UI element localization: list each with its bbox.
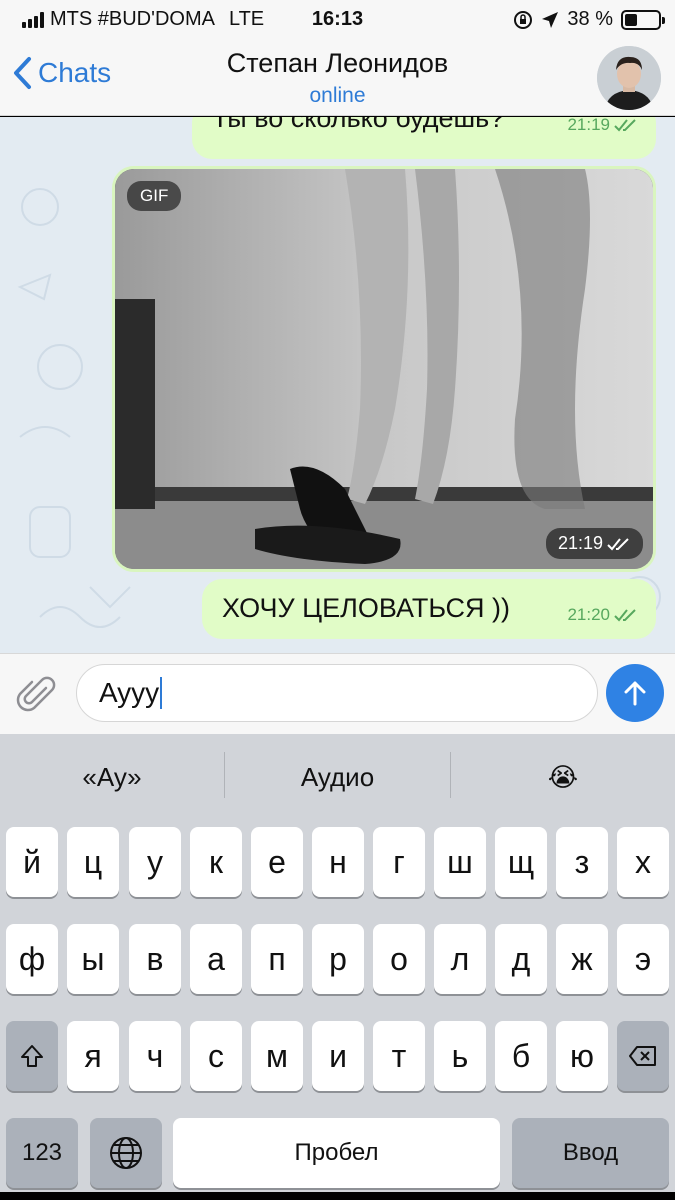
attach-button[interactable] xyxy=(16,674,58,716)
gif-message[interactable]: GIF 21:19 xyxy=(112,166,656,572)
key[interactable]: э xyxy=(617,924,669,994)
key[interactable]: ш xyxy=(434,827,486,897)
globe-icon xyxy=(110,1137,142,1169)
suggestion-item[interactable]: Аудио xyxy=(225,734,450,820)
message-time: 21:19 xyxy=(567,117,610,134)
suggestion-item[interactable]: 😭 xyxy=(451,734,675,820)
arrow-up-icon xyxy=(624,681,646,706)
contact-status: online xyxy=(309,84,366,107)
paperclip-icon xyxy=(16,676,56,712)
message-time: 21:19 xyxy=(557,533,603,553)
composer: Ayyy xyxy=(0,653,675,734)
key[interactable]: г xyxy=(373,827,425,897)
keyboard: «Ау» Аудио 😭 й ц у к е н г ш щ з х ф ы в… xyxy=(0,734,675,1200)
message-text: ХОЧУ ЦЕЛОВАТЬСЯ )) xyxy=(222,593,510,623)
key[interactable]: о xyxy=(373,924,425,994)
text-caret xyxy=(160,677,163,709)
send-button[interactable] xyxy=(606,664,664,722)
key[interactable]: с xyxy=(190,1021,242,1091)
message-input-text: Ayyy xyxy=(99,677,160,708)
gif-time-badge: 21:19 xyxy=(545,528,643,559)
double-check-icon xyxy=(614,609,636,622)
backspace-icon xyxy=(629,1046,656,1066)
suggestion-bar: «Ау» Аудио 😭 xyxy=(0,734,675,820)
delete-key[interactable] xyxy=(617,1021,669,1091)
key[interactable]: щ xyxy=(495,827,547,897)
key[interactable]: р xyxy=(312,924,364,994)
key[interactable]: ж xyxy=(556,924,608,994)
space-key[interactable]: Пробел xyxy=(173,1118,500,1188)
return-key[interactable]: Ввод xyxy=(512,1118,669,1188)
message-text: Ты во сколько будешь? xyxy=(212,117,505,133)
key[interactable]: у xyxy=(129,827,181,897)
key[interactable]: к xyxy=(190,827,242,897)
key[interactable]: ы xyxy=(67,924,119,994)
double-check-icon xyxy=(614,119,636,132)
status-bar: MTS #BUD'DOMA LTE 16:13 38 % xyxy=(0,0,675,40)
message-bubble[interactable]: Ты во сколько будешь? 21:19 xyxy=(192,117,656,159)
avatar-photo xyxy=(597,46,661,110)
key[interactable]: й xyxy=(6,827,58,897)
key[interactable]: ь xyxy=(434,1021,486,1091)
battery-icon xyxy=(621,9,665,30)
message-meta: 21:20 xyxy=(567,605,638,625)
gif-image xyxy=(115,169,653,569)
contact-name[interactable]: Степан Леонидов xyxy=(0,48,675,79)
message-bubble[interactable]: ХОЧУ ЦЕЛОВАТЬСЯ )) 21:20 xyxy=(202,579,656,639)
gif-badge: GIF xyxy=(127,181,182,211)
battery-percent: 38 % xyxy=(567,8,613,30)
key[interactable]: н xyxy=(312,827,364,897)
key[interactable]: ч xyxy=(129,1021,181,1091)
globe-key[interactable] xyxy=(90,1118,162,1188)
key[interactable]: ю xyxy=(556,1021,608,1091)
shift-icon xyxy=(21,1045,43,1067)
message-time: 21:20 xyxy=(567,605,610,624)
key[interactable]: д xyxy=(495,924,547,994)
numbers-key[interactable]: 123 xyxy=(6,1118,78,1188)
bottom-edge xyxy=(0,1192,675,1200)
key[interactable]: з xyxy=(556,827,608,897)
key[interactable]: п xyxy=(251,924,303,994)
message-meta: 21:19 xyxy=(567,117,638,135)
double-check-icon xyxy=(607,537,629,550)
avatar[interactable] xyxy=(597,46,661,110)
orientation-lock-icon xyxy=(514,10,533,29)
key[interactable]: х xyxy=(617,827,669,897)
key[interactable]: ф xyxy=(6,924,58,994)
gif-preview[interactable]: GIF 21:19 xyxy=(115,169,653,569)
key[interactable]: б xyxy=(495,1021,547,1091)
message-input[interactable]: Ayyy xyxy=(76,664,598,722)
key[interactable]: а xyxy=(190,924,242,994)
shift-key[interactable] xyxy=(6,1021,58,1091)
key[interactable]: я xyxy=(67,1021,119,1091)
location-icon xyxy=(542,11,559,28)
key[interactable]: т xyxy=(373,1021,425,1091)
chat-header: Chats Степан Леонидов online xyxy=(0,40,675,116)
status-right: 38 % xyxy=(513,8,665,31)
battery-fill xyxy=(625,13,638,26)
key[interactable]: е xyxy=(251,827,303,897)
key[interactable]: ц xyxy=(67,827,119,897)
key[interactable]: л xyxy=(434,924,486,994)
key[interactable]: в xyxy=(129,924,181,994)
key[interactable]: м xyxy=(251,1021,303,1091)
suggestion-item[interactable]: «Ау» xyxy=(0,734,224,820)
key[interactable]: и xyxy=(312,1021,364,1091)
